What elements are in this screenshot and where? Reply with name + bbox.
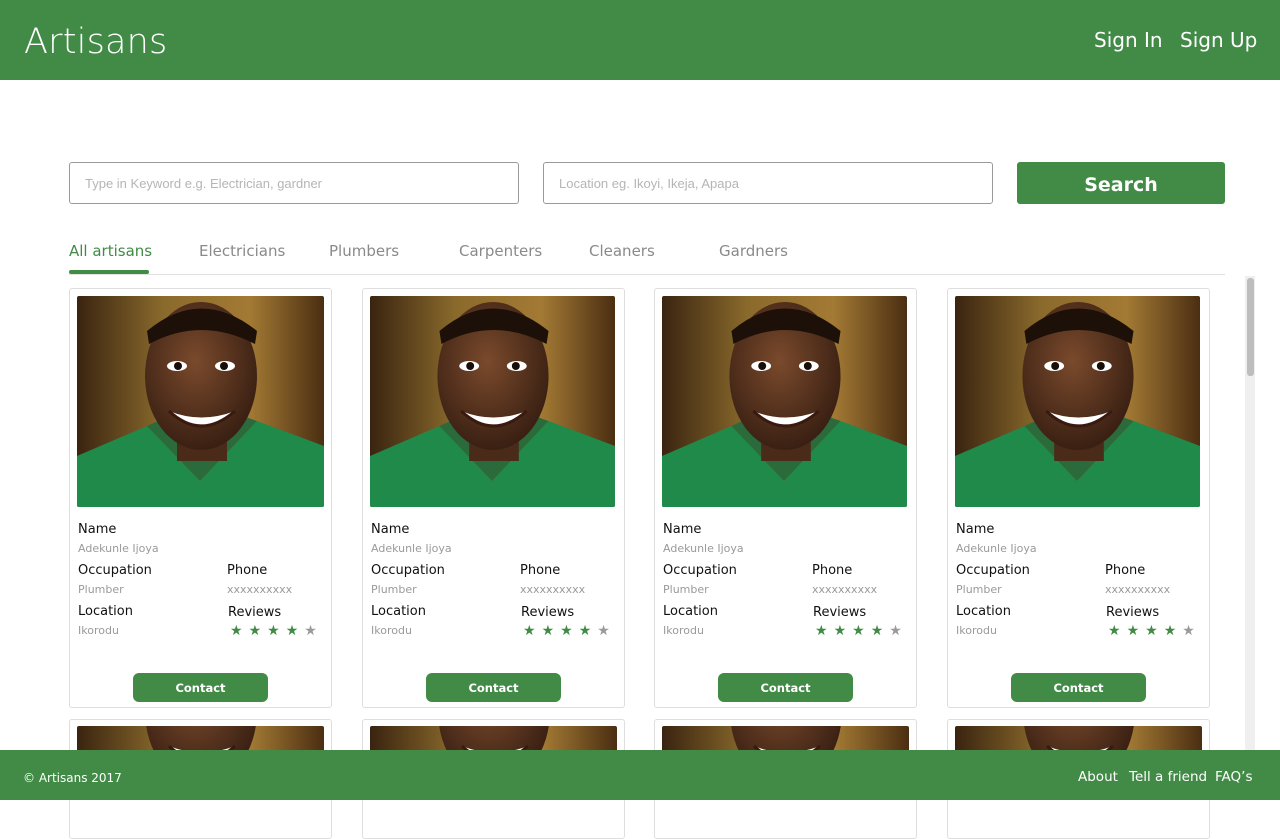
reviews-label: Reviews: [1106, 605, 1160, 620]
star-icon: ★: [304, 622, 323, 638]
footer: © Artisans 2017 About Tell a friend FAQ’…: [0, 750, 1280, 800]
artisan-card: Name Adekunle Ijoya Occupation Plumber P…: [69, 288, 332, 708]
top-header: Artisans Sign In Sign Up: [0, 0, 1280, 80]
star-icon: ★: [523, 622, 542, 638]
contact-button[interactable]: Contact: [133, 673, 268, 702]
star-icon: ★: [248, 622, 268, 638]
sign-in-link[interactable]: Sign In: [1094, 28, 1163, 52]
artisan-photo: [955, 296, 1200, 507]
star-icon: ★: [541, 622, 561, 638]
contact-button[interactable]: Contact: [426, 673, 561, 702]
star-icon: ★: [1182, 622, 1201, 638]
location-value: Ikorodu: [371, 624, 412, 637]
name-label: Name: [371, 522, 410, 537]
phone-label: Phone: [812, 563, 853, 578]
artisan-card: Name Adekunle Ijoya Occupation Plumber P…: [654, 288, 917, 708]
keyword-search-input[interactable]: [69, 162, 519, 204]
sign-up-link[interactable]: Sign Up: [1180, 28, 1257, 52]
footer-link-tell-a-friend[interactable]: Tell a friend: [1129, 769, 1207, 785]
phone-value: xxxxxxxxxx: [1105, 583, 1171, 596]
artisan-photo: [370, 296, 615, 507]
name-label: Name: [78, 522, 117, 537]
star-icon: ★: [230, 622, 249, 638]
star-icon: ★: [815, 622, 834, 638]
phone-label: Phone: [1105, 563, 1146, 578]
name-value: Adekunle Ijoya: [371, 542, 452, 555]
location-search-input[interactable]: [543, 162, 993, 204]
occupation-value: Plumber: [663, 583, 709, 596]
tab-electricians[interactable]: Electricians: [199, 242, 285, 260]
star-icon: ★: [285, 622, 305, 638]
scrollbar-thumb[interactable]: [1247, 278, 1254, 376]
artisan-photo: [77, 296, 324, 507]
tab-cleaners[interactable]: Cleaners: [589, 242, 655, 260]
phone-value: xxxxxxxxxx: [520, 583, 586, 596]
reviews-label: Reviews: [813, 605, 867, 620]
contact-button[interactable]: Contact: [1011, 673, 1146, 702]
reviews-label: Reviews: [228, 605, 282, 620]
location-label: Location: [371, 604, 426, 619]
name-label: Name: [956, 522, 995, 537]
active-tab-indicator: [69, 270, 149, 274]
rating-stars: ★★★★★: [1108, 622, 1201, 639]
star-icon: ★: [560, 622, 579, 638]
rating-stars: ★★★★★: [523, 622, 616, 639]
artisan-photo: [662, 296, 907, 507]
phone-value: xxxxxxxxxx: [227, 583, 293, 596]
tab-gardners[interactable]: Gardners: [719, 242, 788, 260]
occupation-label: Occupation: [371, 563, 445, 578]
name-value: Adekunle Ijoya: [663, 542, 744, 555]
phone-value: xxxxxxxxxx: [812, 583, 878, 596]
star-icon: ★: [597, 622, 616, 638]
contact-button[interactable]: Contact: [718, 673, 853, 702]
search-button[interactable]: Search: [1017, 162, 1225, 204]
star-icon: ★: [852, 622, 871, 638]
tab-all-artisans[interactable]: All artisans: [69, 242, 152, 260]
location-label: Location: [956, 604, 1011, 619]
location-value: Ikorodu: [956, 624, 997, 637]
phone-label: Phone: [227, 563, 268, 578]
star-icon: ★: [833, 622, 853, 638]
occupation-value: Plumber: [956, 583, 1002, 596]
occupation-label: Occupation: [663, 563, 737, 578]
name-value: Adekunle Ijoya: [78, 542, 159, 555]
location-value: Ikorodu: [78, 624, 119, 637]
name-label: Name: [663, 522, 702, 537]
footer-link-about[interactable]: About: [1078, 769, 1118, 785]
star-icon: ★: [889, 622, 908, 638]
rating-stars: ★★★★★: [815, 622, 908, 639]
location-value: Ikorodu: [663, 624, 704, 637]
brand-logo[interactable]: Artisans: [24, 22, 167, 62]
star-icon: ★: [1108, 622, 1127, 638]
star-icon: ★: [267, 622, 286, 638]
star-icon: ★: [578, 622, 598, 638]
reviews-label: Reviews: [521, 605, 575, 620]
footer-link-faqs[interactable]: FAQ’s: [1215, 769, 1252, 785]
tab-carpenters[interactable]: Carpenters: [459, 242, 542, 260]
star-icon: ★: [1145, 622, 1164, 638]
star-icon: ★: [1163, 622, 1183, 638]
occupation-value: Plumber: [371, 583, 417, 596]
occupation-label: Occupation: [956, 563, 1030, 578]
artisan-card: Name Adekunle Ijoya Occupation Plumber P…: [362, 288, 625, 708]
star-icon: ★: [1126, 622, 1146, 638]
name-value: Adekunle Ijoya: [956, 542, 1037, 555]
occupation-value: Plumber: [78, 583, 124, 596]
location-label: Location: [78, 604, 133, 619]
location-label: Location: [663, 604, 718, 619]
occupation-label: Occupation: [78, 563, 152, 578]
star-icon: ★: [870, 622, 890, 638]
tab-plumbers[interactable]: Plumbers: [329, 242, 399, 260]
artisan-card: Name Adekunle Ijoya Occupation Plumber P…: [947, 288, 1210, 708]
rating-stars: ★★★★★: [230, 622, 323, 639]
category-tabs: All artisans Electricians Plumbers Carpe…: [69, 240, 1225, 275]
phone-label: Phone: [520, 563, 561, 578]
copyright-text: © Artisans 2017: [23, 771, 122, 785]
